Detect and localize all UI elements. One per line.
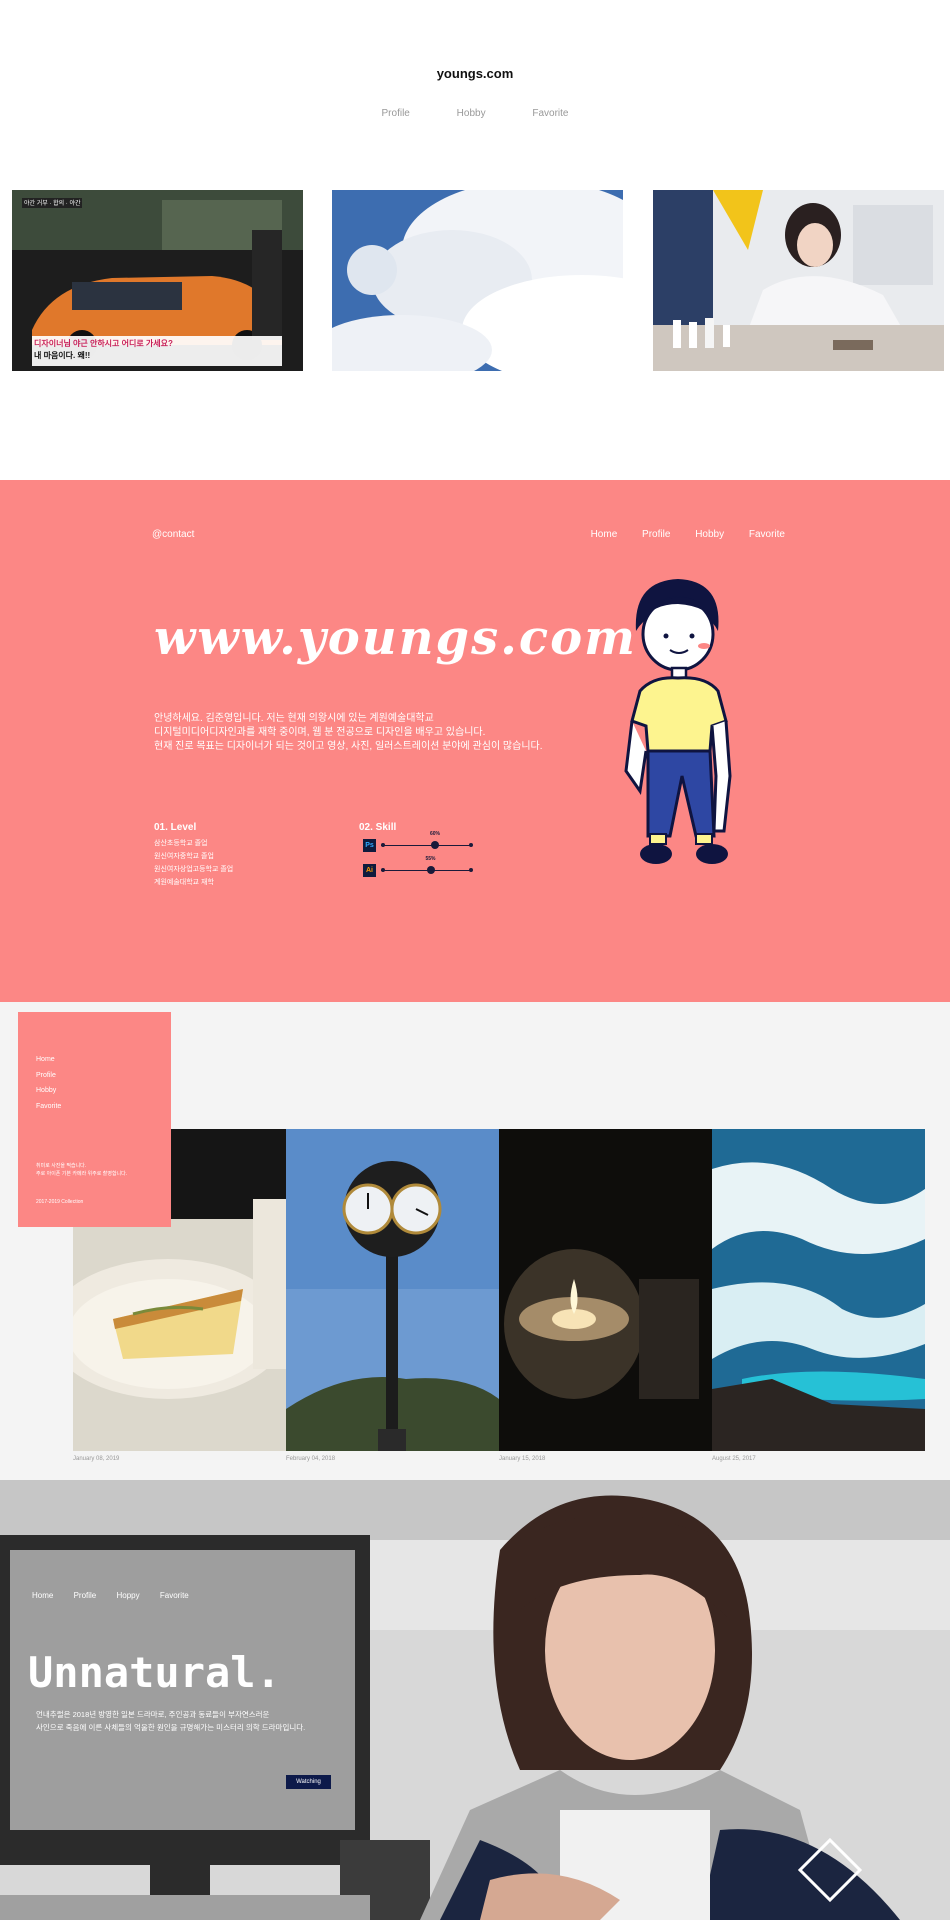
thumbnail-actress-in-lab[interactable] xyxy=(653,190,944,371)
hero-text-line-2: 사인으로 죽음에 이른 사체들의 억울한 원인을 규명해가는 미스터리 의학 드… xyxy=(36,1723,306,1732)
card-nav: Home Profile Hobby Favorite xyxy=(36,1052,61,1114)
hero-nav: Home Profile Hoppy Favorite xyxy=(32,1591,207,1600)
skill-row-photoshop: Ps 60% xyxy=(359,831,489,862)
intro-line-2: 디지털미디어디자인과를 재학 중이며, 웹 분 전공으로 디자인을 배우고 있습… xyxy=(154,727,486,738)
gallery-section: January 08, 2019 February 04, 2018 Janua… xyxy=(0,1002,950,1480)
contact-link[interactable]: @contact xyxy=(152,529,194,540)
skill-track xyxy=(381,845,471,846)
intro-title: www.youngs.com xyxy=(154,610,637,666)
thumbnail-news-capture[interactable]: 야간 거부 · 합의 · 야간 디자이너님 야근 안하시고 어디로 가세요? 내… xyxy=(12,190,303,371)
skill-row-illustrator: Ai 55% xyxy=(359,856,489,887)
skill-slider-handle[interactable] xyxy=(426,866,435,874)
level-heading: 01. Level xyxy=(154,822,197,833)
level-item: 원신여자중학교 졸업 xyxy=(154,853,214,860)
card-text-2: 주로 아이폰 기본 카메라 위주로 촬영합니다. xyxy=(36,1171,128,1177)
skill-slider-handle[interactable] xyxy=(431,841,439,849)
card-nav-favorite[interactable]: Favorite xyxy=(36,1099,61,1115)
top-nav-hobby[interactable]: Hobby xyxy=(457,108,486,119)
photo-date: February 04, 2018 xyxy=(286,1456,336,1462)
photoshop-icon: Ps xyxy=(363,839,376,852)
hero-title: Unnatural. xyxy=(28,1648,281,1697)
hero-text-line-1: 언내추럴은 2018년 방영한 일본 드라마로, 주인공과 동료들이 부자연스러… xyxy=(36,1710,270,1719)
photo-candle[interactable] xyxy=(499,1129,712,1451)
skill-track-end xyxy=(469,868,473,872)
photo-street-clock[interactable] xyxy=(286,1129,499,1451)
character-illustration xyxy=(624,579,732,864)
level-item: 계원예술대학교 재학 xyxy=(154,879,214,886)
intro-paragraph: 안녕하세요. 김준영입니다. 저는 현재 의왕시에 있는 계원예술대학교 디지털… xyxy=(154,712,543,754)
card-text-1: 취미로 사진을 찍습니다. xyxy=(36,1163,87,1169)
hero-nav-profile[interactable]: Profile xyxy=(74,1591,97,1600)
top-nav-profile[interactable]: Profile xyxy=(382,108,410,119)
intro-section: @contact Home Profile Hobby Favorite www… xyxy=(0,480,950,1002)
photo-ocean[interactable] xyxy=(712,1129,925,1451)
card-description: 취미로 사진을 찍습니다. 주로 아이폰 기본 카메라 위주로 촬영합니다. xyxy=(36,1162,127,1178)
top-nav: Profile Hobby Favorite xyxy=(0,108,950,119)
skill-percent: 55% xyxy=(425,856,436,862)
gallery-info-card: Home Profile Hobby Favorite 취미로 사진을 찍습니다… xyxy=(18,1012,171,1227)
hero-section: Home Profile Hoppy Favorite Unnatural. 언… xyxy=(0,1480,950,1920)
top-nav-favorite[interactable]: Favorite xyxy=(532,108,568,119)
card-nav-profile[interactable]: Profile xyxy=(36,1068,61,1084)
skill-track-start xyxy=(381,868,385,872)
site-title[interactable]: youngs.com xyxy=(0,66,950,81)
hero-nav-favorite[interactable]: Favorite xyxy=(160,1591,189,1600)
skill-track-end xyxy=(469,843,473,847)
photo-date: August 25, 2017 xyxy=(712,1456,756,1462)
skill-track xyxy=(381,870,471,871)
news-caption-2: 내 마음이다. 왜!! xyxy=(34,351,91,360)
intro-line-3: 현재 진로 목표는 디자이너가 되는 것이고 영상, 사진, 일러스트레이션 분… xyxy=(154,741,543,752)
thumbnail-clouds[interactable] xyxy=(332,190,623,371)
intro-line-1: 안녕하세요. 김준영입니다. 저는 현재 의왕시에 있는 계원예술대학교 xyxy=(154,713,434,724)
news-caption-1: 디자이너님 야근 안하시고 어디로 가세요? xyxy=(34,339,173,348)
intro-nav-profile[interactable]: Profile xyxy=(642,529,670,540)
skill-block: 02. Skill Ps 60% Ai 55% xyxy=(359,822,489,887)
hero-nav-home[interactable]: Home xyxy=(32,1591,53,1600)
skill-percent: 60% xyxy=(430,831,441,837)
card-collection: 2017-2019 Collection xyxy=(36,1199,84,1205)
hero-nav-hoppy[interactable]: Hoppy xyxy=(117,1591,140,1600)
level-block: 01. Level 삼산초등학교 졸업 원신여자중학교 졸업 원신여자상업고등학… xyxy=(154,822,233,889)
card-nav-home[interactable]: Home xyxy=(36,1052,61,1068)
level-item: 삼산초등학교 졸업 xyxy=(154,840,208,847)
photo-date: January 08, 2019 xyxy=(73,1456,120,1462)
news-tag: 야간 거부 · 합의 · 야간 xyxy=(24,201,81,207)
photo-date: January 15, 2018 xyxy=(499,1456,546,1462)
hero-background-image xyxy=(0,1480,950,1920)
card-nav-hobby[interactable]: Hobby xyxy=(36,1083,61,1099)
illustrator-icon: Ai xyxy=(363,864,376,877)
hero-description: 언내추럴은 2018년 방영한 일본 드라마로, 주인공과 동료들이 부자연스러… xyxy=(36,1708,305,1734)
intro-nav-home[interactable]: Home xyxy=(591,529,618,540)
intro-nav: Home Profile Hobby Favorite xyxy=(569,529,785,540)
top-header-section: youngs.com Profile Hobby Favorite 야간 거부 … xyxy=(0,0,950,480)
intro-nav-favorite[interactable]: Favorite xyxy=(749,529,785,540)
skill-track-start xyxy=(381,843,385,847)
level-item: 원신여자상업고등학교 졸업 xyxy=(154,866,234,873)
watching-button[interactable]: Watching xyxy=(286,1775,331,1789)
skill-heading: 02. Skill xyxy=(359,822,397,833)
intro-nav-hobby[interactable]: Hobby xyxy=(695,529,724,540)
